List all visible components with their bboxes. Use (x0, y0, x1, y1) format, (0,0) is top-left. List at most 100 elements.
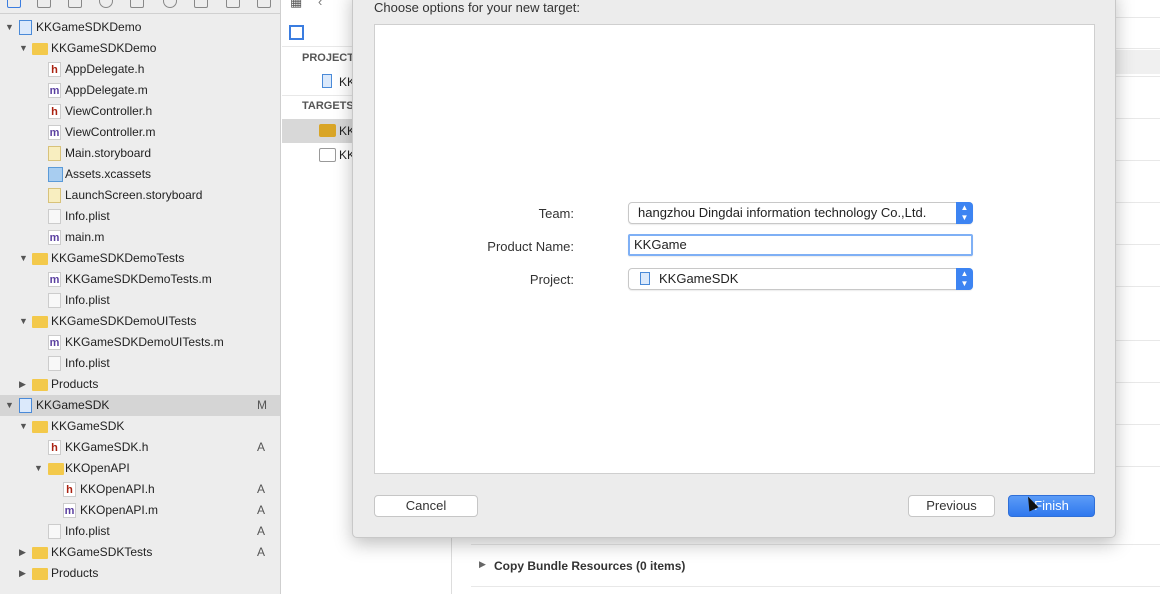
project-file-icon (640, 272, 650, 285)
file-tree-item[interactable]: m main.m (0, 227, 280, 248)
issue-icon[interactable] (130, 0, 144, 8)
disclosure-expanded-icon[interactable]: ▼ (19, 38, 28, 59)
project-file-icon (19, 20, 32, 35)
folder-file-icon (32, 379, 48, 391)
options-panel: Team: hangzhou Dingdai information techn… (374, 24, 1095, 474)
file-tree-item[interactable]: Assets.xcassets (0, 164, 280, 185)
file-tree-item-label: Products (51, 377, 99, 391)
disclosure-collapsed-icon[interactable]: ▶ (19, 563, 26, 584)
breakpoint-icon[interactable] (226, 0, 240, 8)
file-tree-item[interactable]: Info.plist (0, 206, 280, 227)
find-icon[interactable] (99, 0, 113, 8)
grid-icon[interactable]: ▦ (290, 0, 302, 10)
file-tree-item[interactable]: m KKGameSDKDemoTests.m (0, 269, 280, 290)
file-tree-item-label: KKGameSDKTests (51, 545, 153, 559)
product-name-input[interactable]: KKGame (628, 234, 973, 256)
folder-file-icon (32, 316, 48, 328)
file-tree-item[interactable]: ▼ KKGameSDKDemoTests (0, 248, 280, 269)
file-tree-item[interactable]: m AppDelegate.m (0, 80, 280, 101)
plist-file-icon (48, 356, 61, 371)
project-navigator-icon[interactable] (7, 0, 21, 8)
file-tree-item[interactable]: ▶ KKGameSDKTests A (0, 542, 280, 563)
disclosure-collapsed-icon[interactable]: ▶ (19, 542, 26, 563)
h-file-icon: h (48, 104, 61, 119)
folder-file-icon (32, 547, 48, 559)
file-tree-item[interactable]: h KKGameSDK.h A (0, 437, 280, 458)
symbol-navigator-icon[interactable] (68, 0, 82, 8)
file-tree-item[interactable]: Info.plist (0, 353, 280, 374)
disclosure-arrow-icon[interactable]: ▶ (479, 559, 486, 570)
test-bundle-icon (319, 148, 336, 162)
file-tree-item-label: KKGameSDKDemoTests.m (65, 272, 212, 286)
asset-file-icon (48, 167, 63, 182)
file-tree-item[interactable]: ▼ KKGameSDK (0, 416, 280, 437)
file-tree-item[interactable]: h KKOpenAPI.h A (0, 479, 280, 500)
file-tree-item-label: AppDelegate.m (65, 83, 148, 97)
folder-file-icon (48, 463, 64, 475)
file-tree-item[interactable]: Main.storyboard (0, 143, 280, 164)
debug-icon[interactable] (194, 0, 208, 8)
file-tree-item[interactable]: h AppDelegate.h (0, 59, 280, 80)
file-tree-item-label: KKGameSDK.h (65, 440, 149, 454)
file-tree-item[interactable]: LaunchScreen.storyboard (0, 185, 280, 206)
file-tree-item[interactable]: ▼ KKGameSDKDemo (0, 17, 280, 38)
file-tree-item-label: KKGameSDK (36, 398, 110, 412)
folder-file-icon (32, 568, 48, 580)
m-file-icon: m (48, 125, 61, 140)
file-tree-item[interactable]: Info.plist (0, 290, 280, 311)
disclosure-expanded-icon[interactable]: ▼ (19, 311, 28, 332)
copy-bundle-resources-section[interactable]: Copy Bundle Resources (0 items) (494, 559, 685, 573)
disclosure-expanded-icon[interactable]: ▼ (19, 248, 28, 269)
file-tree-item[interactable]: ▼ KKOpenAPI (0, 458, 280, 479)
file-tree-item-label: LaunchScreen.storyboard (65, 188, 203, 202)
team-popup[interactable]: hangzhou Dingdai information technology … (628, 202, 973, 224)
file-tree-item-label: Info.plist (65, 356, 110, 370)
file-tree-item[interactable]: m KKGameSDKDemoUITests.m (0, 332, 280, 353)
file-tree-item-label: KKGameSDKDemo (36, 20, 142, 34)
disclosure-collapsed-icon[interactable]: ▶ (19, 374, 26, 395)
file-tree-item-label: Info.plist (65, 209, 110, 223)
h-file-icon: h (48, 62, 61, 77)
plist-file-icon (48, 209, 61, 224)
file-tree-item-label: ViewController.h (65, 104, 153, 118)
project-popup[interactable]: KKGameSDK ▲ ▼ (628, 268, 973, 290)
dialog-title: Choose options for your new target: (374, 0, 580, 15)
previous-button[interactable]: Previous (908, 495, 995, 517)
file-tree-item-label: KKOpenAPI.h (80, 482, 155, 496)
h-file-icon: h (48, 440, 61, 455)
file-tree-item-label: Products (51, 566, 99, 580)
file-tree-item-label: Info.plist (65, 524, 110, 538)
product-name-value: KKGame (634, 237, 687, 252)
product-name-label: Product Name: (487, 239, 574, 254)
sidebar-toggle-icon[interactable] (289, 25, 304, 40)
back-icon[interactable]: ‹ (318, 0, 322, 9)
file-tree-item-label: KKGameSDKDemo (51, 41, 157, 55)
project-file-icon (19, 398, 32, 413)
report-icon[interactable] (257, 0, 271, 8)
disclosure-expanded-icon[interactable]: ▼ (5, 17, 14, 38)
file-tree-item[interactable]: h ViewController.h (0, 101, 280, 122)
file-tree-item[interactable]: ▼ KKGameSDKDemo (0, 38, 280, 59)
test-icon[interactable] (163, 0, 177, 8)
m-file-icon: m (63, 503, 76, 518)
file-tree-item-label: KKGameSDKDemoUITests.m (65, 335, 224, 349)
file-tree-item[interactable]: ▶ Products (0, 374, 280, 395)
file-tree-item-label: KKGameSDKDemoUITests (51, 314, 197, 328)
disclosure-expanded-icon[interactable]: ▼ (19, 416, 28, 437)
source-control-icon[interactable] (37, 0, 51, 8)
file-tree-item-label: Assets.xcassets (65, 167, 152, 181)
disclosure-expanded-icon[interactable]: ▼ (5, 395, 14, 416)
file-tree-item-label: Info.plist (65, 293, 110, 307)
cancel-button[interactable]: Cancel (374, 495, 478, 517)
h-file-icon: h (63, 482, 76, 497)
file-tree-item[interactable]: ▶ Products (0, 563, 280, 584)
file-tree-item[interactable]: m KKOpenAPI.m A (0, 500, 280, 521)
file-tree-item[interactable]: m ViewController.m (0, 122, 280, 143)
scm-status-badge: A (257, 503, 266, 517)
file-tree-item[interactable]: ▼ KKGameSDKDemoUITests (0, 311, 280, 332)
file-tree-item[interactable]: ▼ KKGameSDK M (0, 395, 280, 416)
targets-header: TARGETS (302, 100, 354, 112)
file-tree-item[interactable]: Info.plist A (0, 521, 280, 542)
disclosure-expanded-icon[interactable]: ▼ (34, 458, 43, 479)
finish-button[interactable]: Finish (1008, 495, 1095, 517)
